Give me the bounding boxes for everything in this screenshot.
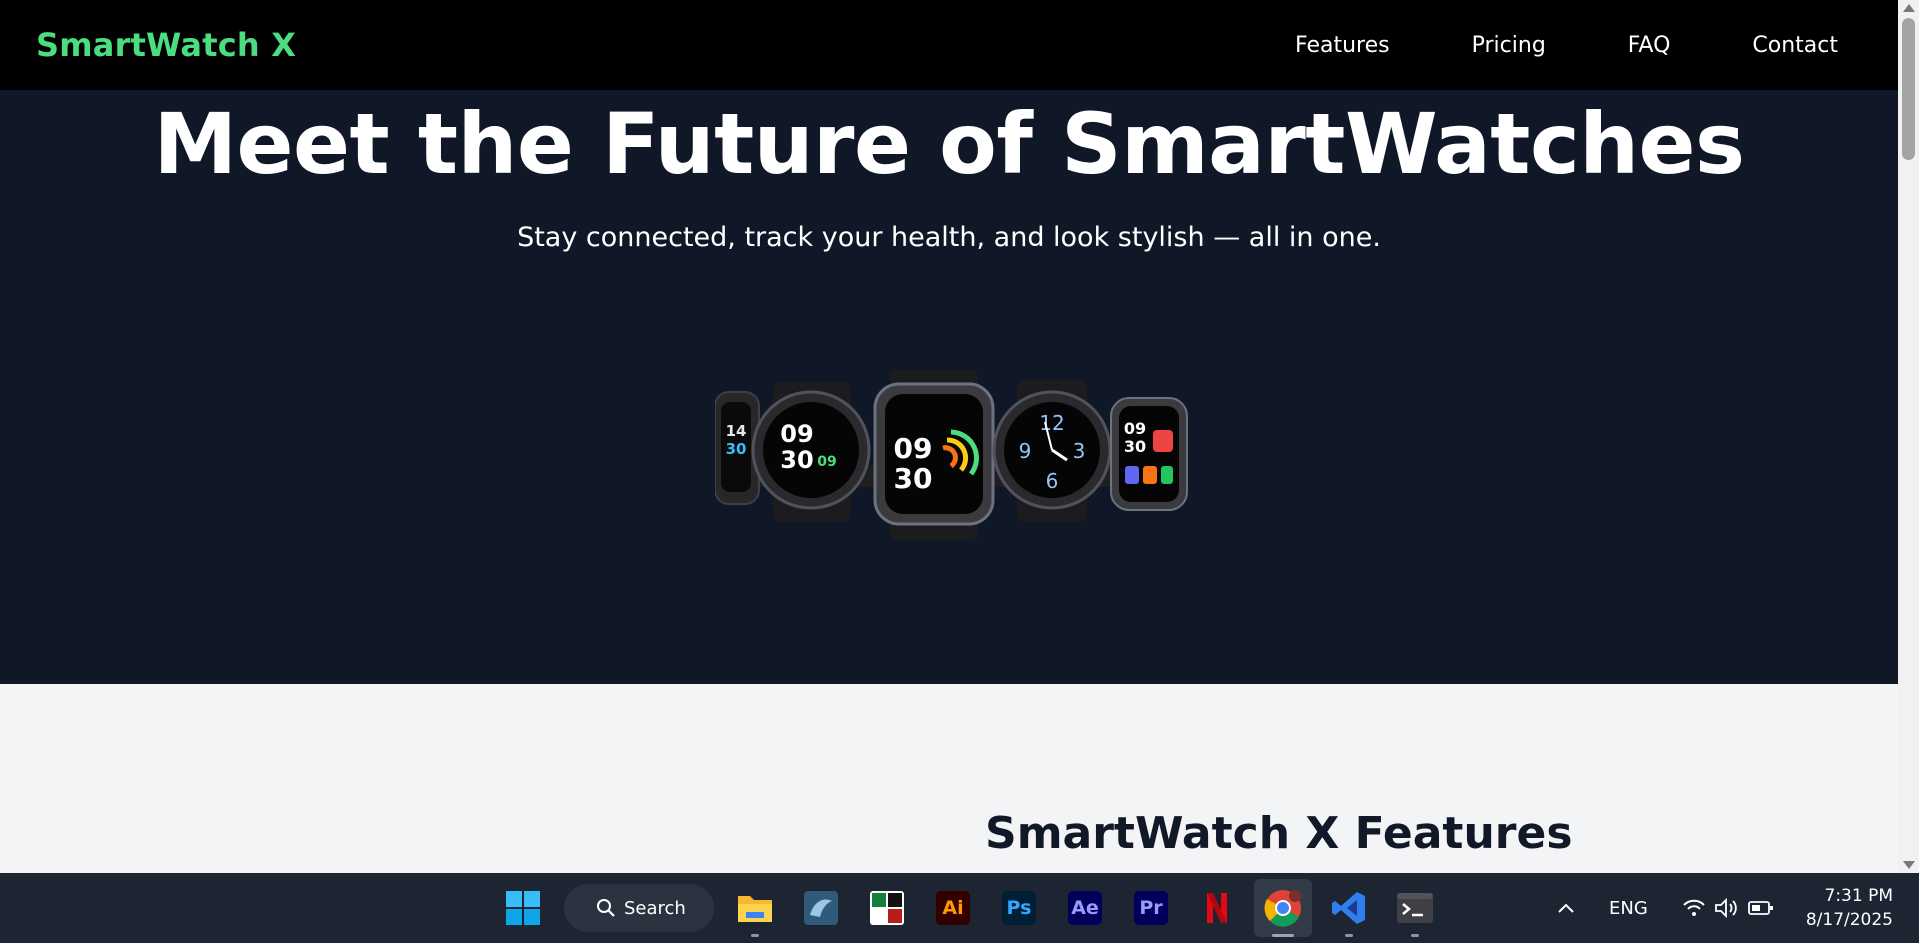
nav-link-pricing[interactable]: Pricing [1472, 33, 1546, 58]
svg-text:6: 6 [1046, 469, 1059, 493]
running-indicator [1411, 934, 1419, 937]
watch-square-center: 09 30 [873, 370, 995, 540]
chevron-up-icon[interactable] [1557, 902, 1575, 914]
svg-text:3: 3 [1073, 439, 1086, 463]
netflix-icon [1207, 893, 1227, 923]
folder-icon [738, 896, 772, 922]
windows-logo-icon [506, 891, 540, 925]
active-indicator [1272, 934, 1294, 937]
taskbar-search[interactable]: Search [564, 884, 714, 932]
svg-text:30: 30 [726, 440, 747, 458]
svg-text:30: 30 [780, 446, 813, 474]
search-label: Search [624, 897, 686, 919]
system-clock[interactable]: 7:31 PM 8/17/2025 [1806, 884, 1893, 932]
chrome-icon [1264, 890, 1301, 927]
file-explorer-button[interactable] [726, 879, 784, 937]
svg-text:09: 09 [894, 432, 933, 465]
windows-start-button[interactable] [494, 879, 552, 937]
illustrator-icon: Ai [936, 891, 970, 925]
hero-subtitle: Stay connected, track your health, and l… [517, 222, 1381, 253]
watch-round-digital: 09 30 09 [751, 382, 871, 522]
svg-text:09: 09 [780, 420, 813, 448]
hero-section: Meet the Future of SmartWatches Stay con… [0, 90, 1898, 684]
svg-text:30: 30 [1124, 437, 1146, 456]
battery-icon [1747, 901, 1773, 915]
grading-app-button[interactable] [858, 879, 916, 937]
tray-icons[interactable] [1682, 898, 1774, 918]
premiere-button[interactable]: Pr [1122, 879, 1180, 937]
browser-viewport: SmartWatch X Features Pricing FAQ Contac… [0, 0, 1898, 873]
nav-link-contact[interactable]: Contact [1752, 33, 1838, 58]
search-icon [597, 899, 615, 917]
terminal-icon [1397, 893, 1433, 923]
running-indicator [1345, 934, 1353, 937]
svg-text:09: 09 [1124, 419, 1146, 438]
illustrator-button[interactable]: Ai [924, 879, 982, 937]
photoshop-icon: Ps [1002, 891, 1036, 925]
volume-icon [1714, 898, 1737, 918]
wifi-icon [1683, 899, 1705, 916]
taskbar-apps: Search Ai Ps Ae Pr [490, 873, 1448, 943]
chrome-button[interactable] [1254, 879, 1312, 937]
after-effects-button[interactable]: Ae [1056, 879, 1114, 937]
top-navbar: SmartWatch X Features Pricing FAQ Contac… [0, 0, 1898, 90]
premiere-icon: Pr [1134, 891, 1168, 925]
nav-links: Features Pricing FAQ Contact [1213, 33, 1838, 58]
svg-text:14: 14 [726, 422, 747, 440]
svg-text:09: 09 [817, 454, 836, 470]
brand-logo[interactable]: SmartWatch X [36, 26, 296, 64]
running-indicator [751, 934, 759, 937]
vscode-icon [1332, 892, 1365, 924]
watch-square-small: 09 30 [1110, 397, 1188, 511]
hero-title: Meet the Future of SmartWatches [153, 95, 1745, 193]
terminal-button[interactable] [1386, 879, 1444, 937]
language-indicator[interactable]: ENG [1609, 898, 1648, 919]
smartwatches-hero-image: 14 30 09 30 09 09 30 12 6 9 3 09 30 [715, 370, 1188, 540]
features-section: SmartWatch X Features [0, 684, 1898, 873]
watch-round-analog: 12 6 9 3 [992, 380, 1112, 522]
grade-app-icon [870, 891, 904, 925]
svg-text:30: 30 [894, 462, 933, 495]
vscode-button[interactable] [1320, 879, 1378, 937]
scroll-down-arrow-icon[interactable] [1903, 861, 1915, 869]
clock-date: 8/17/2025 [1805, 910, 1893, 930]
photoshop-button[interactable]: Ps [990, 879, 1048, 937]
windows-taskbar: Search Ai Ps Ae Pr ENG 7:31 PM 8/17/2025 [0, 873, 1919, 943]
mysql-workbench-button[interactable] [792, 879, 850, 937]
nav-link-features[interactable]: Features [1295, 33, 1390, 58]
dolphin-icon [804, 891, 838, 925]
svg-text:12: 12 [1039, 411, 1064, 435]
netflix-button[interactable] [1188, 879, 1246, 937]
page-scrollbar[interactable] [1898, 0, 1919, 873]
features-title: SmartWatch X Features [985, 808, 1573, 859]
scroll-up-arrow-icon[interactable] [1903, 4, 1915, 12]
scroll-thumb[interactable] [1902, 18, 1915, 160]
svg-text:9: 9 [1019, 439, 1032, 463]
clock-time: 7:31 PM [1824, 886, 1894, 906]
nav-link-faq[interactable]: FAQ [1628, 33, 1671, 58]
system-tray: ENG 7:31 PM 8/17/2025 [1557, 873, 1919, 943]
after-effects-icon: Ae [1068, 891, 1102, 925]
